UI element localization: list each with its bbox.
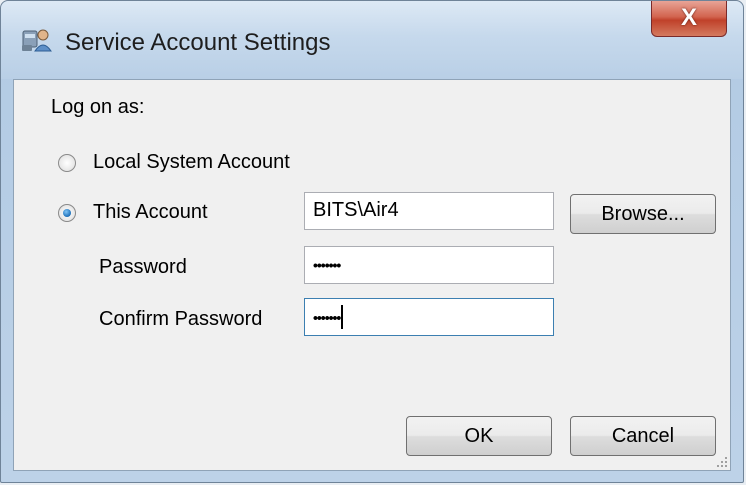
close-button[interactable]: X	[651, 1, 727, 37]
browse-label: Browse...	[601, 203, 685, 225]
this-account-label[interactable]: This Account	[93, 201, 208, 224]
account-name-input[interactable]: BITS\Air4	[304, 192, 554, 230]
window-title: Service Account Settings	[65, 29, 331, 56]
cancel-button[interactable]: Cancel	[570, 416, 716, 456]
this-account-radio[interactable]	[58, 204, 76, 222]
cancel-label: Cancel	[611, 425, 675, 447]
confirm-password-input[interactable]: •••••••	[304, 298, 554, 336]
service-account-icon	[22, 29, 52, 52]
title-bar[interactable]: Service Account Settings X	[1, 1, 743, 79]
browse-button[interactable]: Browse...	[570, 194, 716, 234]
local-system-label[interactable]: Local System Account	[93, 151, 290, 174]
account-name-value: BITS\Air4	[313, 199, 399, 221]
dialog-window: Service Account Settings X Log on as: Lo…	[0, 0, 744, 483]
confirm-password-label: Confirm Password	[99, 308, 263, 330]
dialog-content: Log on as: Local System Account This Acc…	[13, 79, 731, 471]
password-input[interactable]: •••••••	[304, 246, 554, 284]
local-system-radio[interactable]	[58, 154, 76, 172]
confirm-password-value: •••••••	[313, 309, 341, 326]
log-on-as-label: Log on as:	[51, 96, 145, 118]
ok-label: OK	[464, 425, 494, 447]
resize-grip-icon[interactable]	[714, 454, 728, 468]
ok-button[interactable]: OK	[406, 416, 552, 456]
password-value: •••••••	[313, 257, 341, 273]
password-label: Password	[99, 256, 187, 278]
text-caret	[341, 305, 344, 329]
close-icon: X	[680, 4, 697, 31]
radio-selected-dot	[63, 209, 71, 217]
